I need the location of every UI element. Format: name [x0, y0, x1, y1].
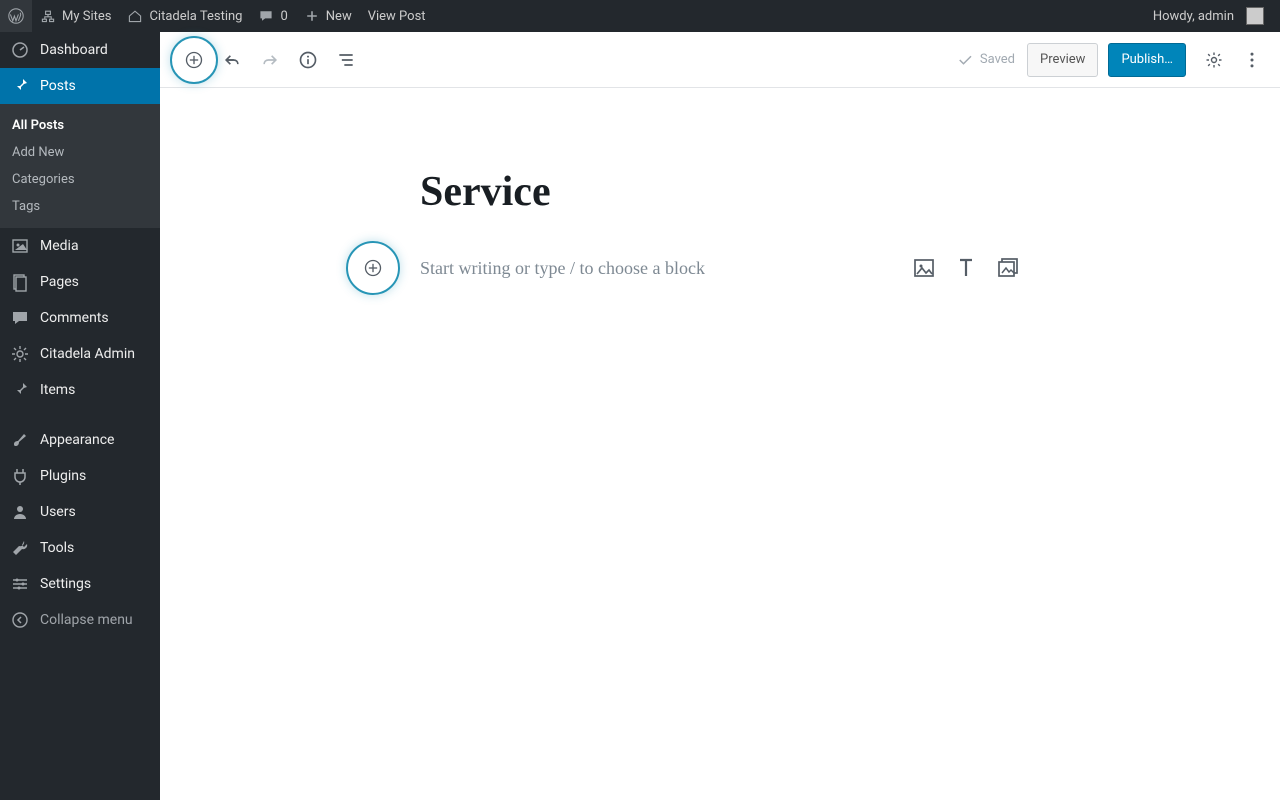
admin-sidebar: Dashboard Posts All Posts Add New Catego… — [0, 32, 160, 800]
menu-posts[interactable]: Posts — [0, 68, 160, 104]
saved-label: Saved — [980, 52, 1015, 67]
menu-label: Citadela Admin — [40, 346, 135, 362]
submenu-all-posts[interactable]: All Posts — [0, 112, 160, 139]
editor-canvas[interactable]: Service Start writing or type / to choos… — [160, 88, 1280, 280]
heading-block-icon[interactable] — [954, 256, 978, 280]
post-title[interactable]: Service — [420, 168, 1020, 216]
menu-comments[interactable]: Comments — [0, 300, 160, 336]
my-sites-link[interactable]: My Sites — [32, 0, 119, 32]
account-link[interactable]: Howdy, admin — [1145, 0, 1272, 32]
editor-toolbar: Saved Preview Publish… — [160, 32, 1280, 88]
undo-icon — [222, 50, 242, 70]
posts-submenu: All Posts Add New Categories Tags — [0, 104, 160, 228]
plus-circle-icon — [363, 258, 383, 278]
save-status: Saved — [946, 51, 1025, 69]
plus-circle-icon — [184, 50, 204, 70]
menu-settings[interactable]: Settings — [0, 566, 160, 602]
menu-label: Posts — [40, 78, 76, 94]
new-link[interactable]: New — [296, 0, 360, 32]
collapse-menu[interactable]: Collapse menu — [0, 602, 160, 638]
plug-icon — [10, 466, 30, 486]
menu-label: Users — [40, 504, 76, 520]
media-icon — [10, 236, 30, 256]
home-icon — [127, 8, 143, 24]
submenu-add-new[interactable]: Add New — [0, 139, 160, 166]
menu-tools[interactable]: Tools — [0, 530, 160, 566]
publish-button[interactable]: Publish… — [1108, 43, 1186, 77]
menu-pages[interactable]: Pages — [0, 264, 160, 300]
add-block-button[interactable] — [176, 42, 212, 78]
gear-icon — [10, 344, 30, 364]
menu-appearance[interactable]: Appearance — [0, 422, 160, 458]
block-navigation-button[interactable] — [328, 42, 364, 78]
redo-icon — [260, 50, 280, 70]
admin-bar: My Sites Citadela Testing 0 New View Pos… — [0, 0, 1280, 32]
view-post-link[interactable]: View Post — [360, 0, 434, 32]
sliders-icon — [10, 574, 30, 594]
image-block-icon[interactable] — [912, 256, 936, 280]
redo-button[interactable] — [252, 42, 288, 78]
menu-label: Settings — [40, 576, 91, 592]
dashboard-icon — [10, 40, 30, 60]
default-block-appender[interactable]: Start writing or type / to choose a bloc… — [420, 256, 1020, 280]
site-link[interactable]: Citadela Testing — [119, 0, 250, 32]
menu-plugins[interactable]: Plugins — [0, 458, 160, 494]
howdy-label: Howdy, admin — [1153, 9, 1234, 24]
menu-label: Comments — [40, 310, 109, 326]
inline-add-block-button[interactable] — [355, 250, 391, 286]
toolbar-add-highlight — [170, 36, 218, 84]
collapse-icon — [10, 610, 30, 630]
pin-icon — [10, 76, 30, 96]
wrench-icon — [10, 538, 30, 558]
menu-label: Collapse menu — [40, 612, 133, 628]
content-info-button[interactable] — [290, 42, 326, 78]
check-icon — [956, 51, 974, 69]
submenu-categories[interactable]: Categories — [0, 166, 160, 193]
user-icon — [10, 502, 30, 522]
quick-block-icons — [912, 256, 1020, 280]
inline-add-highlight — [346, 241, 400, 295]
settings-toggle-button[interactable] — [1196, 42, 1232, 78]
preview-button[interactable]: Preview — [1027, 43, 1098, 77]
menu-label: Items — [40, 382, 75, 398]
menu-items[interactable]: Items — [0, 372, 160, 408]
avatar — [1246, 7, 1264, 25]
menu-label: Dashboard — [40, 42, 108, 58]
comments-count: 0 — [280, 9, 287, 24]
wp-logo[interactable] — [0, 0, 32, 32]
site-name-label: Citadela Testing — [149, 9, 242, 24]
comment-icon — [10, 308, 30, 328]
my-sites-label: My Sites — [62, 9, 111, 24]
comment-icon — [258, 8, 274, 24]
menu-label: Appearance — [40, 432, 114, 448]
menu-label: Plugins — [40, 468, 86, 484]
menu-label: Tools — [40, 540, 74, 556]
more-menu-button[interactable] — [1234, 42, 1270, 78]
outline-icon — [336, 50, 356, 70]
info-icon — [298, 50, 318, 70]
block-editor: Saved Preview Publish… Service Start wri… — [160, 32, 1280, 800]
pin-icon — [10, 380, 30, 400]
page-icon — [10, 272, 30, 292]
submenu-tags[interactable]: Tags — [0, 193, 160, 220]
kebab-icon — [1242, 50, 1262, 70]
view-post-label: View Post — [368, 9, 426, 24]
undo-button[interactable] — [214, 42, 250, 78]
menu-users[interactable]: Users — [0, 494, 160, 530]
gear-icon — [1204, 50, 1224, 70]
wordpress-icon — [8, 8, 24, 24]
comments-link[interactable]: 0 — [250, 0, 295, 32]
plus-icon — [304, 8, 320, 24]
brush-icon — [10, 430, 30, 450]
menu-label: Media — [40, 238, 79, 254]
menu-citadela-admin[interactable]: Citadela Admin — [0, 336, 160, 372]
new-label: New — [326, 9, 352, 24]
menu-label: Pages — [40, 274, 79, 290]
network-icon — [40, 8, 56, 24]
gallery-block-icon[interactable] — [996, 256, 1020, 280]
menu-dashboard[interactable]: Dashboard — [0, 32, 160, 68]
menu-media[interactable]: Media — [0, 228, 160, 264]
block-placeholder[interactable]: Start writing or type / to choose a bloc… — [420, 258, 894, 279]
